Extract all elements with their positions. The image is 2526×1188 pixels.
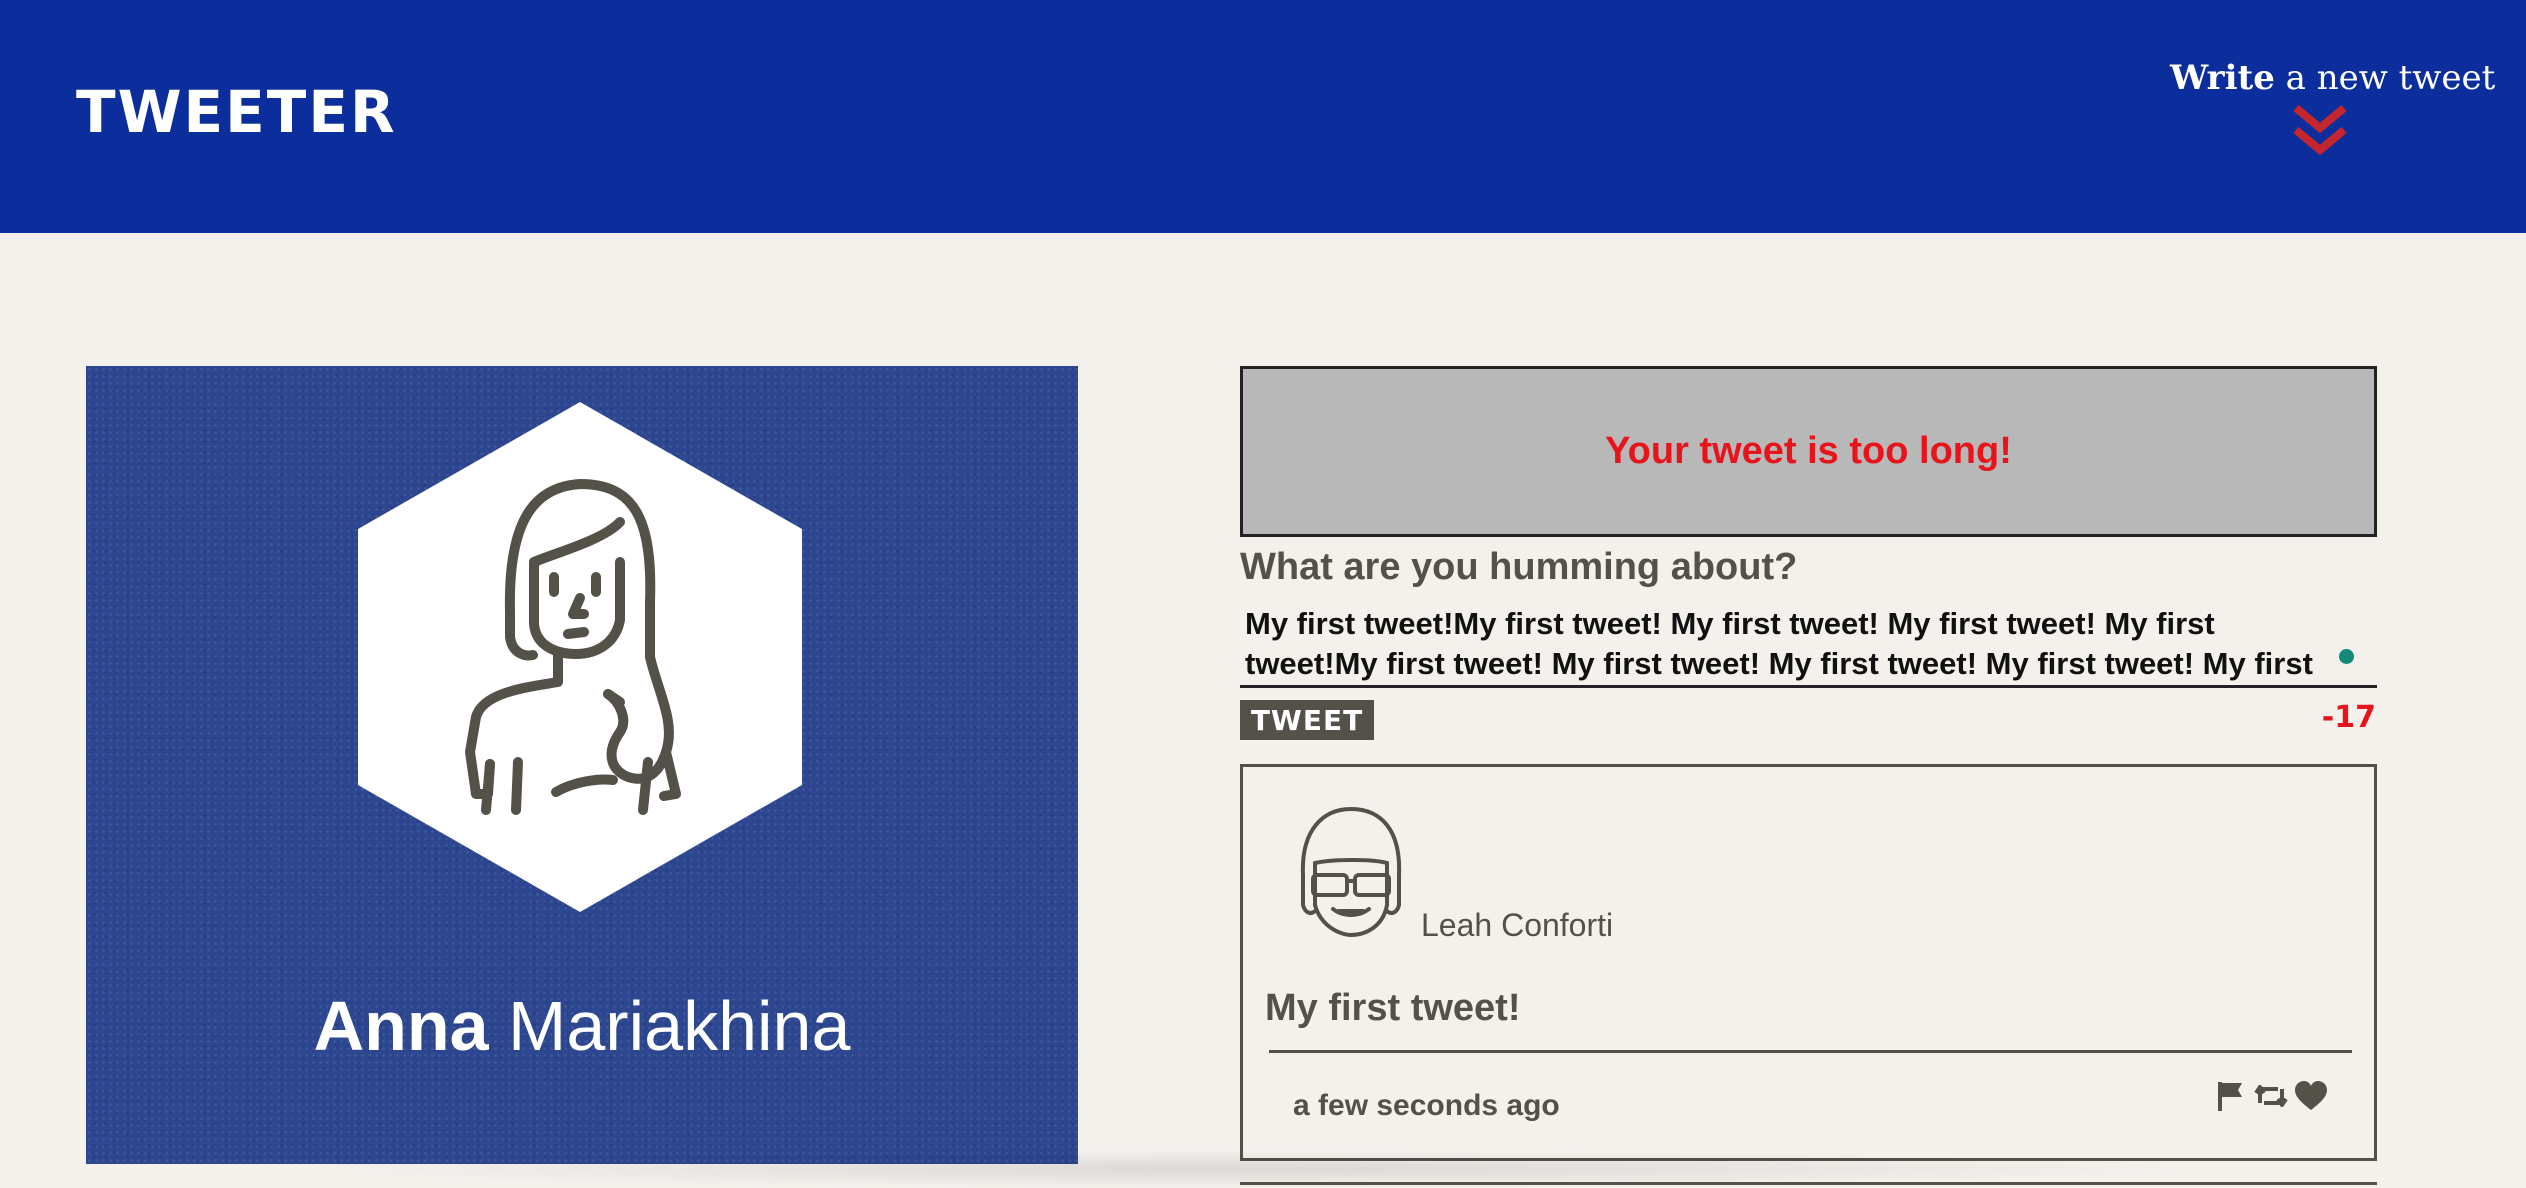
user-avatar-icon xyxy=(358,402,802,912)
retweet-icon[interactable] xyxy=(2254,1079,2288,1113)
app-logo[interactable]: TWEETER xyxy=(76,78,397,146)
top-nav: TWEETER Write a new tweet xyxy=(0,0,2526,233)
grammar-indicator-icon[interactable] xyxy=(2339,649,2354,664)
profile-name: Anna Mariakhina xyxy=(313,987,851,1065)
error-banner: Your tweet is too long! xyxy=(1240,366,2377,537)
flag-icon[interactable] xyxy=(2214,1079,2248,1113)
tweet-content: My first tweet! xyxy=(1265,987,1521,1029)
character-counter: -17 xyxy=(2321,700,2376,735)
next-tweet-card-edge xyxy=(1240,1182,2377,1188)
tweet-author-name[interactable]: Leah Conforti xyxy=(1421,907,1613,944)
chevron-double-down-icon[interactable] xyxy=(2290,102,2350,158)
write-new-tweet-toggle[interactable]: Write a new tweet xyxy=(2170,58,2495,158)
tweet-submit-button[interactable]: TWEET xyxy=(1240,700,1374,740)
tweet-actions xyxy=(2214,1079,2328,1113)
tweet-timestamp: a few seconds ago xyxy=(1293,1089,1560,1122)
tweet-divider xyxy=(1269,1050,2352,1053)
composer-label: What are you humming about? xyxy=(1240,546,1798,588)
write-new-tweet-label[interactable]: Write a new tweet xyxy=(2170,58,2495,98)
profile-card: Anna Mariakhina xyxy=(86,366,1078,1164)
tweet-textarea[interactable] xyxy=(1240,604,2377,688)
error-message: Your tweet is too long! xyxy=(1605,430,2012,472)
heart-icon[interactable] xyxy=(2294,1079,2328,1113)
author-avatar-icon xyxy=(1300,807,1402,937)
tweet-card: Leah Conforti My first tweet! a few seco… xyxy=(1240,764,2377,1161)
